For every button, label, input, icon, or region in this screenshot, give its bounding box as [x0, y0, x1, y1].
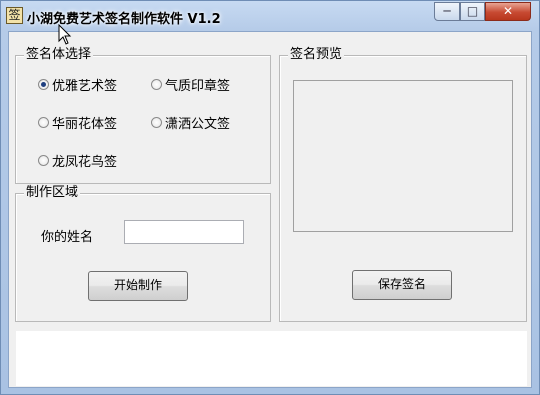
maximize-button[interactable]: □ — [460, 2, 485, 21]
signature-preview-box — [293, 80, 513, 232]
radio-style-seal[interactable]: 气质印章签 — [151, 75, 230, 94]
radio-label: 优雅艺术签 — [52, 79, 118, 94]
radio-style-elegant[interactable]: 优雅艺术签 — [38, 75, 117, 94]
make-area-group-label: 制作区域 — [24, 185, 81, 201]
close-button[interactable]: ✕ — [485, 2, 531, 21]
radio-dot-icon — [151, 79, 162, 90]
name-input[interactable] — [124, 220, 244, 244]
radio-label: 华丽花体签 — [52, 117, 118, 132]
mouse-cursor-icon — [58, 24, 72, 45]
app-window: 签 小湖免费艺术签名制作软件 V1.2 ─ □ ✕ 签名体选择 优雅艺术签 气质… — [0, 0, 540, 395]
radio-label: 气质印章签 — [165, 79, 231, 94]
radio-style-fancy[interactable]: 华丽花体签 — [38, 113, 117, 132]
radio-style-dragon-phoenix[interactable]: 龙凤花鸟签 — [38, 151, 117, 170]
signature-app-icon: 签 — [6, 7, 23, 24]
minimize-button[interactable]: ─ — [434, 2, 460, 21]
start-making-button[interactable]: 开始制作 — [88, 271, 188, 301]
signature-style-group-label: 签名体选择 — [24, 47, 94, 63]
bottom-blank-area — [16, 331, 527, 386]
signature-style-group: 签名体选择 优雅艺术签 气质印章签 华丽花体签 潇洒公文签 龙凤花鸟签 — [15, 47, 271, 184]
title-bar[interactable]: 签 小湖免费艺术签名制作软件 V1.2 ─ □ ✕ — [1, 1, 539, 31]
radio-label: 潇洒公文签 — [165, 117, 231, 132]
radio-dot-icon — [151, 117, 162, 128]
save-signature-button[interactable]: 保存签名 — [352, 270, 452, 300]
signature-preview-group-label: 签名预览 — [288, 47, 345, 63]
radio-dot-icon — [38, 155, 49, 166]
make-area-group: 制作区域 你的姓名 开始制作 — [15, 185, 271, 322]
radio-dot-icon — [38, 117, 49, 128]
name-field-label: 你的姓名 — [41, 230, 94, 245]
radio-dot-checked-icon — [38, 79, 49, 90]
client-area: 签名体选择 优雅艺术签 气质印章签 华丽花体签 潇洒公文签 龙凤花鸟签 制作区域… — [8, 31, 532, 388]
signature-preview-group: 签名预览 保存签名 — [279, 47, 527, 322]
radio-style-official[interactable]: 潇洒公文签 — [151, 113, 230, 132]
window-title: 小湖免费艺术签名制作软件 V1.2 — [27, 12, 221, 27]
radio-label: 龙凤花鸟签 — [52, 155, 118, 170]
